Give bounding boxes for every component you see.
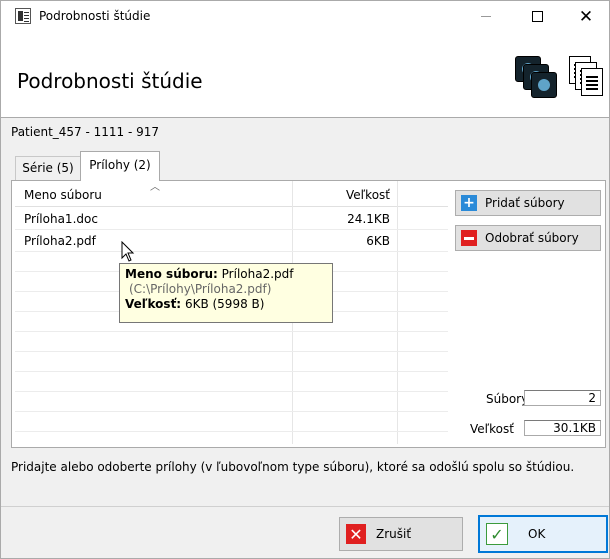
tooltip-name-value: Príloha2.pdf <box>221 267 294 281</box>
maximize-icon <box>531 11 543 22</box>
empty-row <box>15 352 448 372</box>
total-size-label: Veľkosť <box>470 422 514 436</box>
minus-icon <box>461 230 477 246</box>
file-name-cell: Príloha2.pdf <box>24 234 96 248</box>
remove-files-label: Odobrať súbory <box>485 231 579 245</box>
cancel-icon: ✕ <box>346 524 366 544</box>
app-icon <box>15 8 31 24</box>
minimize-icon <box>481 16 491 17</box>
tab-attachments[interactable]: Prílohy (2) <box>80 151 160 181</box>
ok-label: OK <box>528 527 546 541</box>
check-icon: ✓ <box>486 523 508 545</box>
documents-icon <box>569 56 603 98</box>
table-header: ︿ Meno súboru Veľkosť <box>15 181 448 207</box>
header: Podrobnosti štúdie <box>1 32 609 118</box>
maximize-button[interactable] <box>514 1 560 32</box>
cancel-button[interactable]: ✕ Zrušiť <box>339 517 463 551</box>
file-size-cell: 6KB <box>366 234 390 248</box>
study-details-window: Podrobnosti štúdie ✕ Podrobnosti štúdie … <box>0 0 610 559</box>
empty-row <box>15 372 448 392</box>
separator <box>1 506 609 507</box>
empty-row <box>15 412 448 432</box>
image-stack-icon <box>515 56 567 106</box>
add-files-label: Pridať súbory <box>485 196 565 210</box>
column-header-size[interactable]: Veľkosť <box>346 188 390 202</box>
add-files-button[interactable]: + Pridať súbory <box>455 190 601 216</box>
plus-icon: + <box>461 195 477 211</box>
ok-button[interactable]: ✓ OK <box>478 515 608 553</box>
hint-text: Pridajte alebo odoberte prílohy (v ľubov… <box>11 460 575 474</box>
table-row[interactable]: Príloha2.pdf 6KB <box>15 230 448 252</box>
window-title: Podrobnosti štúdie <box>39 9 151 23</box>
tooltip-size-label: Veľkosť: <box>125 297 182 311</box>
patient-info: Patient_457 - 1111 - 917 <box>11 125 160 139</box>
tab-series[interactable]: Série (5) <box>15 156 81 180</box>
file-name-cell: Príloha1.doc <box>24 212 98 226</box>
table-row[interactable]: Príloha1.doc 24.1KB <box>15 208 448 230</box>
header-icons <box>511 48 609 108</box>
tooltip-name-label: Meno súboru: <box>125 267 218 281</box>
cancel-label: Zrušiť <box>376 527 412 541</box>
remove-files-button[interactable]: Odobrať súbory <box>455 225 601 251</box>
title-bar: Podrobnosti štúdie ✕ <box>1 1 609 32</box>
file-tooltip: Meno súboru: Príloha2.pdf (C:\Prílohy\Pr… <box>119 263 333 323</box>
file-size-cell: 24.1KB <box>347 212 390 226</box>
total-size-value: 30.1KB <box>524 420 601 436</box>
files-count-value: 2 <box>524 390 601 406</box>
tooltip-path: (C:\Prílohy\Príloha2.pdf) <box>129 282 272 296</box>
column-header-name[interactable]: Meno súboru <box>24 188 102 202</box>
page-title: Podrobnosti štúdie <box>17 69 203 93</box>
tooltip-size-value: 6KB (5998 B) <box>184 297 265 311</box>
minimize-button[interactable] <box>463 1 509 32</box>
empty-row <box>15 332 448 352</box>
close-button[interactable]: ✕ <box>563 1 609 32</box>
files-count-label: Súbory <box>486 392 529 406</box>
mouse-cursor-icon <box>121 241 135 262</box>
empty-row <box>15 392 448 412</box>
